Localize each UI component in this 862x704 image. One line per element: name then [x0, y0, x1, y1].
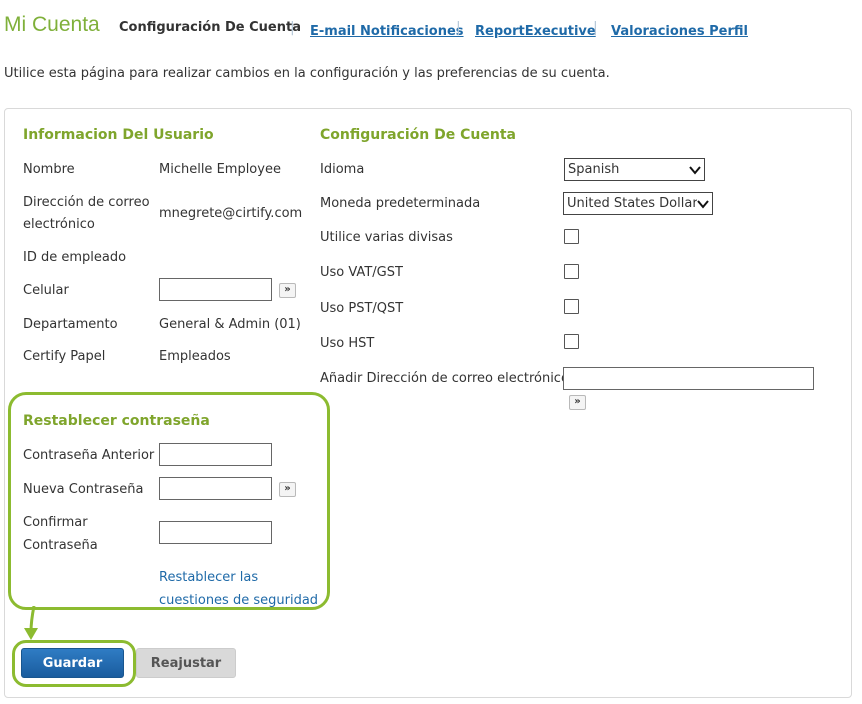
- tab-report-executive[interactable]: ReportExecutive: [475, 20, 596, 43]
- tab-separator: |: [593, 20, 598, 36]
- confirm-password-label-line1: Confirmar: [23, 515, 88, 530]
- old-password-label: Contraseña Anterior: [23, 448, 155, 463]
- currency-select[interactable]: United States Dollars: [563, 192, 713, 215]
- add-email-label: Añadir Dirección de correo electrónico: [320, 371, 569, 386]
- add-email-input[interactable]: [563, 367, 814, 390]
- language-select-value: Spanish: [568, 162, 620, 177]
- chevron-down-icon: [689, 166, 701, 175]
- currency-select-value: United States Dollars: [567, 196, 705, 211]
- cell-expand-button[interactable]: »: [279, 283, 296, 298]
- language-label: Idioma: [320, 162, 365, 177]
- department-value: General & Admin (01): [159, 317, 301, 332]
- save-button[interactable]: Guardar: [21, 648, 124, 678]
- tab-email-notifications[interactable]: E-mail Notificaciones: [310, 20, 464, 43]
- chevron-down-icon: [697, 198, 709, 210]
- confirm-password-input[interactable]: [159, 521, 272, 544]
- multi-currency-label: Utilice varias divisas: [320, 230, 453, 245]
- password-section-title: Restablecer contraseña: [23, 413, 210, 429]
- page-title: Mi Cuenta: [4, 13, 100, 36]
- intro-text: Utilice esta página para realizar cambio…: [4, 66, 610, 81]
- reset-security-questions-link-line1[interactable]: Restablecer las: [159, 566, 258, 589]
- role-value: Empleados: [159, 349, 231, 364]
- name-value: Michelle Employee: [159, 162, 281, 177]
- cell-label: Celular: [23, 283, 69, 298]
- account-config-title: Configuración De Cuenta: [320, 127, 516, 143]
- new-password-expand-button[interactable]: »: [279, 482, 296, 497]
- cell-input[interactable]: [159, 278, 272, 301]
- language-select[interactable]: Spanish: [564, 158, 705, 181]
- email-label-line1: Dirección de correo: [23, 195, 150, 210]
- pst-checkbox[interactable]: [564, 299, 579, 314]
- hst-checkbox[interactable]: [564, 334, 579, 349]
- callout-arrow-icon: [24, 606, 38, 640]
- multi-currency-checkbox[interactable]: [564, 229, 579, 244]
- new-password-label: Nueva Contraseña: [23, 482, 144, 497]
- confirm-password-label-line2: Contraseña: [23, 538, 98, 553]
- reset-security-questions-link-line2[interactable]: cuestiones de seguridad: [159, 589, 318, 612]
- tab-separator: |: [456, 20, 461, 36]
- reset-button[interactable]: Reajustar: [136, 648, 236, 678]
- tab-separator: |: [290, 20, 295, 36]
- name-label: Nombre: [23, 162, 75, 177]
- tab-account-settings[interactable]: Configuración De Cuenta: [119, 20, 301, 35]
- new-password-input[interactable]: [159, 477, 272, 500]
- old-password-input[interactable]: [159, 443, 272, 466]
- tab-profile-ratings[interactable]: Valoraciones Perfil: [611, 20, 748, 43]
- currency-label: Moneda predeterminada: [320, 196, 481, 211]
- vat-checkbox[interactable]: [564, 264, 579, 279]
- email-label-line2: electrónico: [23, 217, 95, 232]
- email-value: mnegrete@cirtify.com: [159, 206, 303, 221]
- vat-label: Uso VAT/GST: [320, 265, 403, 280]
- department-label: Departamento: [23, 317, 118, 332]
- pst-label: Uso PST/QST: [320, 301, 404, 316]
- hst-label: Uso HST: [320, 336, 375, 351]
- add-email-expand-button[interactable]: »: [569, 395, 586, 410]
- user-info-title: Informacion Del Usuario: [23, 127, 214, 143]
- employee-id-label: ID de empleado: [23, 250, 127, 265]
- role-label: Certify Papel: [23, 349, 106, 364]
